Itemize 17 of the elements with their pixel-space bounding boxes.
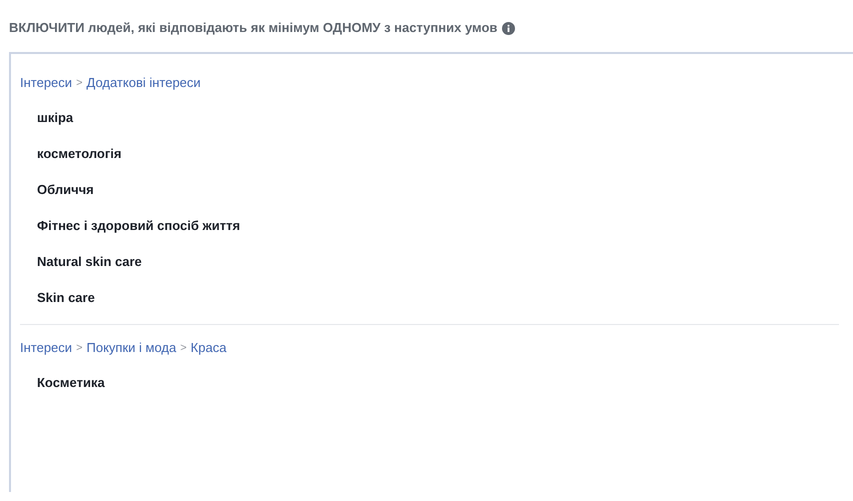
interest-item: Фітнес і здоровий спосіб життя [37,217,240,236]
breadcrumb-link[interactable]: Краса [190,338,226,358]
breadcrumb-link[interactable]: Інтереси [20,73,72,93]
interest-item: Обличчя [37,181,94,200]
breadcrumb-link[interactable]: Покупки і мода [86,338,176,358]
breadcrumb-separator: > [76,76,82,91]
interest-item: Skin care [37,289,95,308]
section-heading: ВКЛЮЧИТИ людей, які відповідають як мінімум ОДНОМУ з наступних умов [9,19,498,38]
breadcrumb-separator: > [180,340,187,356]
breadcrumb-separator: > [76,340,82,356]
interest-item: Natural skin care [37,253,142,272]
interest-item: косметологія [37,145,122,164]
interest-item: Косметика [37,374,105,392]
breadcrumb-link[interactable]: Додаткові інтереси [86,73,201,93]
breadcrumb-link[interactable]: Інтереси [20,338,72,358]
info-icon[interactable] [502,22,516,34]
interest-item: шкіра [37,109,74,128]
